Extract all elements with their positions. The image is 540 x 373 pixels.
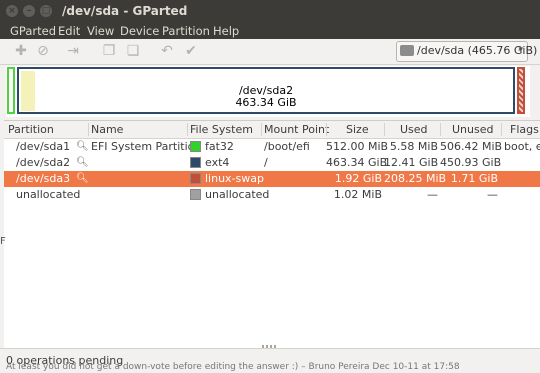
cell-name: EFI System Partition <box>91 140 202 153</box>
background-comment-text: At least you did not get a down-vote bef… <box>6 362 460 372</box>
background-window-fragment: F <box>0 236 6 247</box>
maximize-window-button[interactable]: □ <box>40 5 52 17</box>
partition-table: Partition Name File System Mount Point S… <box>4 120 540 348</box>
menu-edit[interactable]: Edit <box>58 24 80 38</box>
disk-map-sda3[interactable] <box>517 67 525 114</box>
col-partition[interactable]: Partition <box>8 123 54 136</box>
cell-used: 12.41 GiB <box>384 156 439 169</box>
copy-icon[interactable]: ❐ <box>100 42 118 60</box>
cell-partition: /dev/sda1 <box>16 140 71 153</box>
cell-unused: — <box>487 188 498 201</box>
cell-flags: boot, es <box>504 140 540 153</box>
cell-used: 208.25 MiB <box>384 172 447 185</box>
menu-help[interactable]: Help <box>213 24 239 38</box>
menu-gparted[interactable]: GParted <box>10 24 56 38</box>
cell-size: 1.02 MiB <box>333 188 382 201</box>
cell-mount-point: / <box>264 156 268 169</box>
device-selector[interactable]: /dev/sda (465.76 GiB) ▾ <box>396 41 537 62</box>
cell-size: 512.00 MiB <box>326 140 389 153</box>
cell-unused: 1.71 GiB <box>450 172 498 185</box>
title-bar: × – □ /dev/sda - GParted <box>0 0 540 22</box>
magnifier-icon: 🔍︎ <box>76 173 89 184</box>
cell-used: 5.58 MiB <box>389 140 438 153</box>
chevron-down-icon: ▾ <box>518 45 523 55</box>
window-title: /dev/sda - GParted <box>62 4 188 18</box>
menu-device[interactable]: Device <box>120 24 159 38</box>
delete-icon[interactable]: ⊘ <box>34 42 52 60</box>
fs-color-swatch <box>190 157 201 168</box>
magnifier-icon: 🔍︎ <box>76 157 89 168</box>
cell-unused: 506.42 MiB <box>440 140 503 153</box>
close-window-button[interactable]: × <box>6 5 18 17</box>
table-row-sda1[interactable]: /dev/sda1 🔍︎ EFI System Partition fat32 … <box>4 139 540 155</box>
table-row-sda2[interactable]: /dev/sda2 🔍︎ ext4 / 463.34 GiB 12.41 GiB… <box>4 155 540 171</box>
disk-map-sda2-size: 463.34 GiB <box>235 96 297 109</box>
menu-bar: GParted Edit View Device Partition Help <box>0 22 540 39</box>
cell-partition: /dev/sda2 <box>16 156 71 169</box>
col-mount-point[interactable]: Mount Point <box>264 123 329 136</box>
table-header: Partition Name File System Mount Point S… <box>4 121 540 139</box>
cell-file-system: fat32 <box>205 140 234 153</box>
fs-color-swatch <box>190 141 201 152</box>
hard-disk-icon <box>400 45 414 56</box>
disk-map: /dev/sda2 463.34 GiB <box>6 66 530 117</box>
cell-file-system: unallocated <box>205 188 270 201</box>
cell-partition: /dev/sda3 <box>16 172 71 185</box>
cell-used: — <box>427 188 438 201</box>
cell-unused: 450.93 GiB <box>440 156 502 169</box>
apply-icon[interactable]: ✔ <box>182 42 200 60</box>
resize-move-icon[interactable]: ⇥ <box>64 42 82 60</box>
col-unused[interactable]: Unused <box>452 123 493 136</box>
fs-color-swatch <box>190 189 201 200</box>
col-flags[interactable]: Flags <box>510 123 539 136</box>
minimize-window-button[interactable]: – <box>23 5 35 17</box>
col-name[interactable]: Name <box>91 123 123 136</box>
table-row-unallocated[interactable]: unallocated unallocated 1.02 MiB — — <box>4 187 540 203</box>
cell-file-system: linux-swap <box>205 172 264 185</box>
col-used[interactable]: Used <box>400 123 428 136</box>
disk-map-sda1[interactable] <box>7 67 15 114</box>
cell-size: 463.34 GiB <box>326 156 388 169</box>
cell-file-system: ext4 <box>205 156 230 169</box>
fs-color-swatch <box>190 173 201 184</box>
menu-partition[interactable]: Partition <box>162 24 210 38</box>
cell-size: 1.92 GiB <box>334 172 382 185</box>
menu-view[interactable]: View <box>87 24 114 38</box>
undo-icon[interactable]: ↶ <box>158 42 176 60</box>
cell-mount-point: /boot/efi <box>264 140 310 153</box>
cell-partition: unallocated <box>16 188 81 201</box>
col-size[interactable]: Size <box>346 123 369 136</box>
new-partition-icon[interactable]: ✚ <box>12 42 30 60</box>
paste-icon[interactable]: ❏ <box>124 42 142 60</box>
table-row-sda3[interactable]: /dev/sda3 🔍︎ linux-swap 1.92 GiB 208.25 … <box>4 171 540 187</box>
disk-map-sda2[interactable]: /dev/sda2 463.34 GiB <box>17 67 515 114</box>
col-file-system[interactable]: File System <box>190 123 253 136</box>
magnifier-icon: 🔍︎ <box>76 141 89 152</box>
